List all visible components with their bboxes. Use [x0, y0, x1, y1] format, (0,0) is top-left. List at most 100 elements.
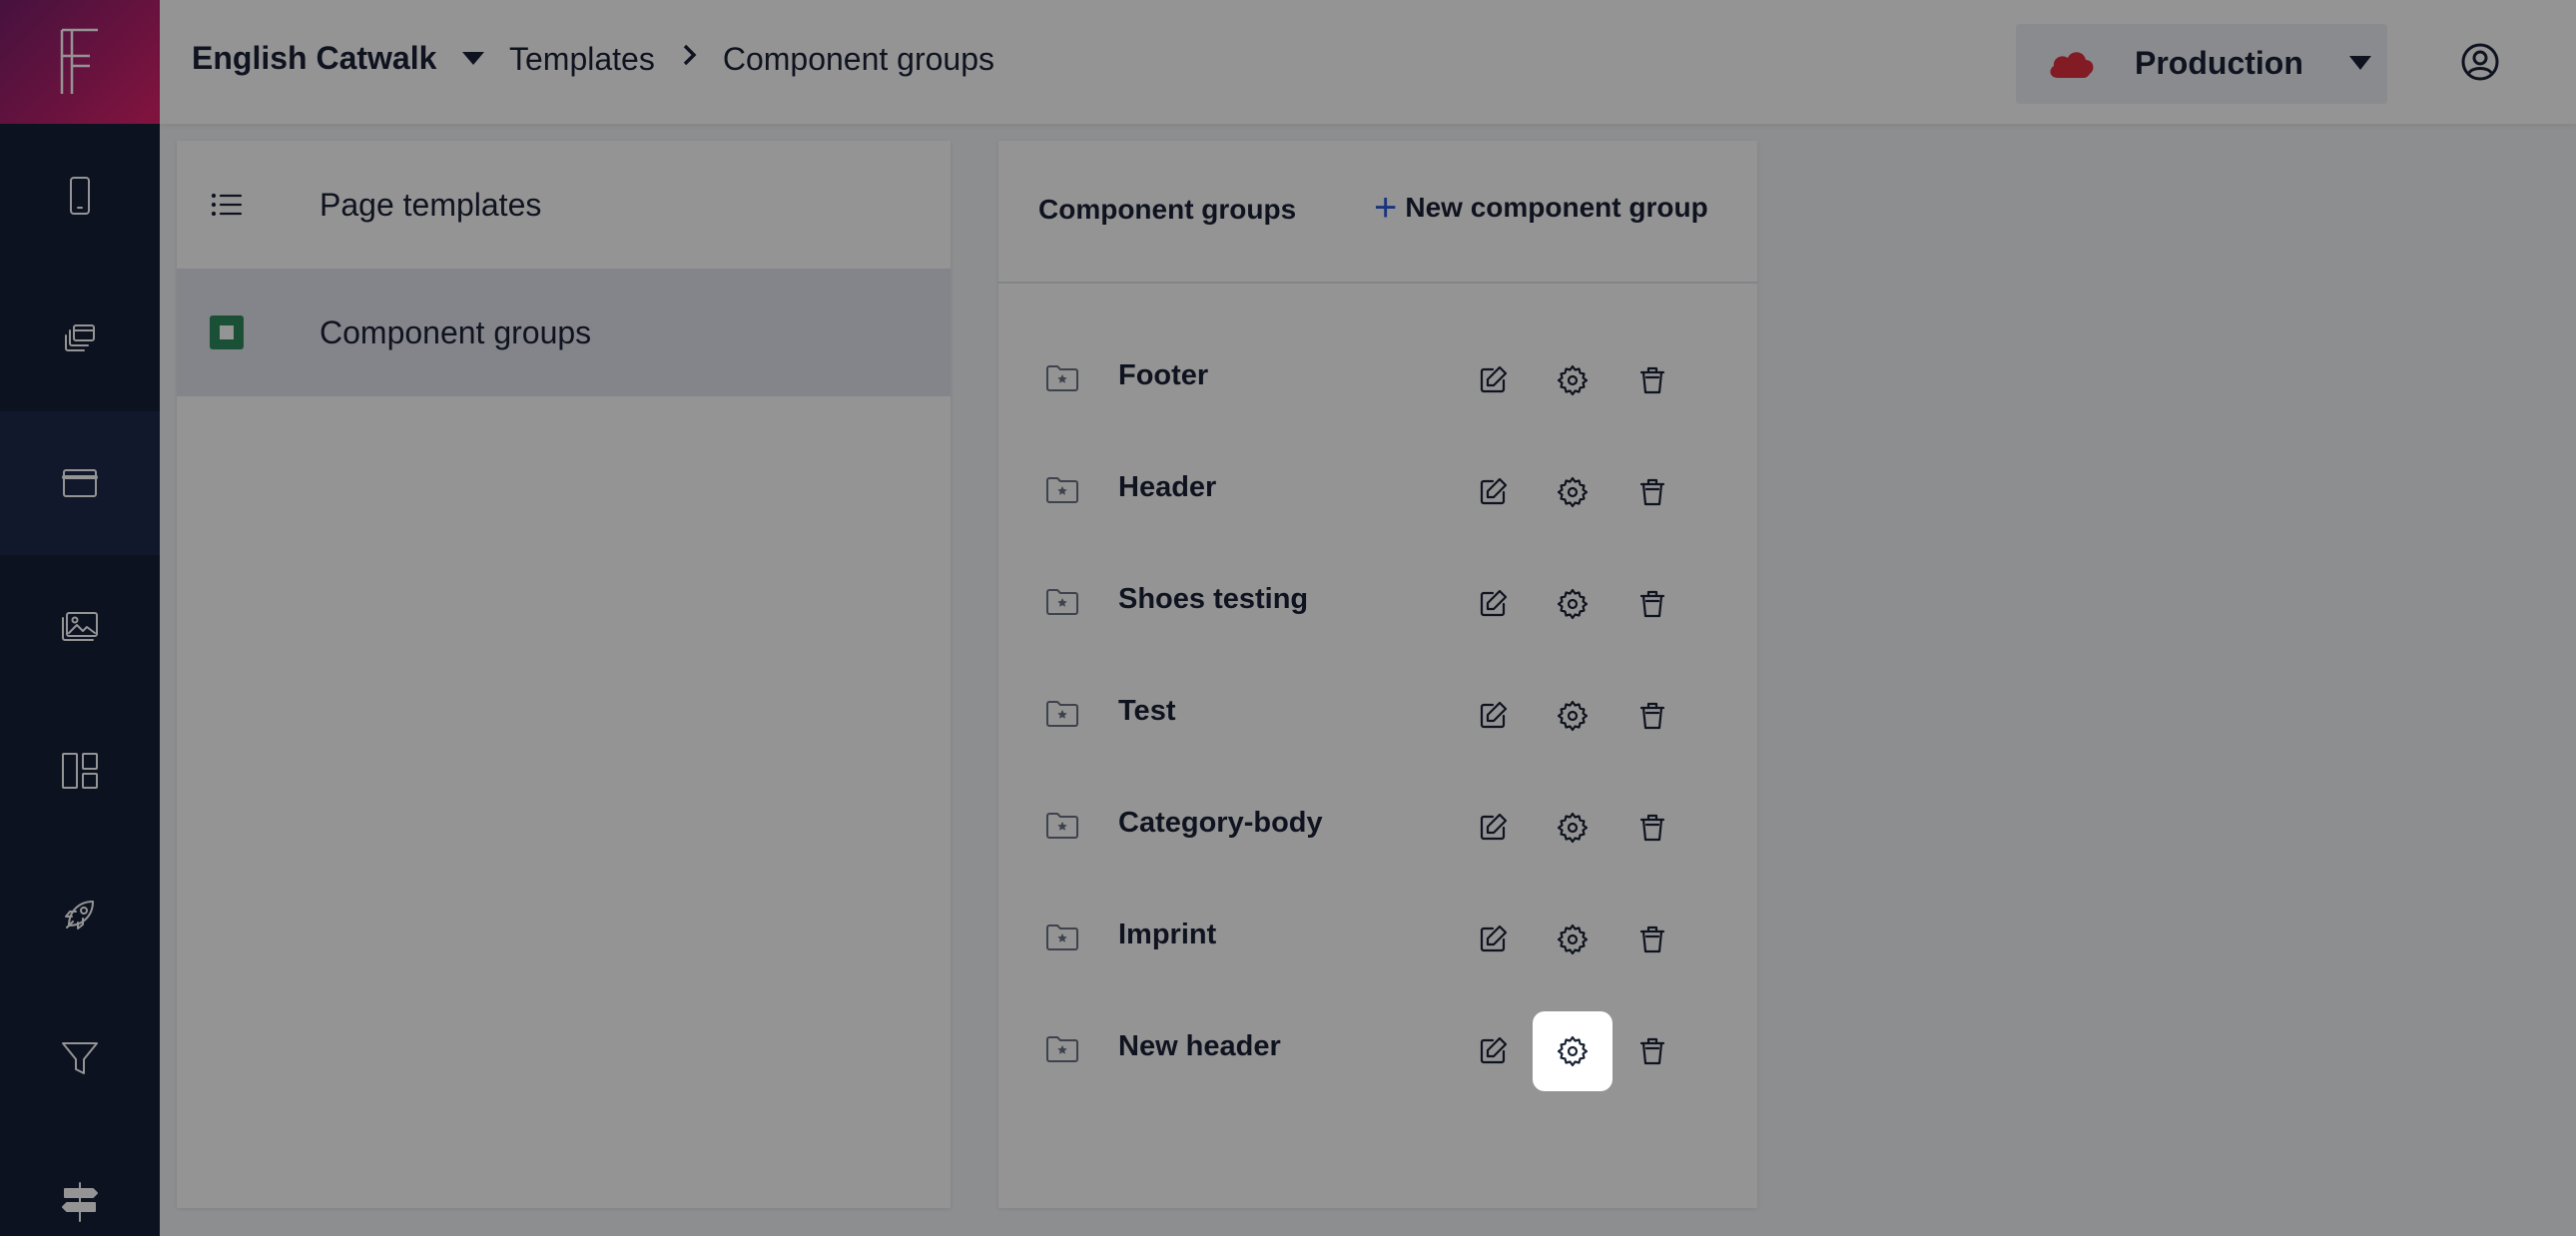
sidebar-item-releases[interactable]: [0, 843, 160, 986]
app-logo[interactable]: [0, 0, 160, 124]
component-group-name: New header: [1118, 1030, 1281, 1062]
edit-button[interactable]: [1453, 676, 1533, 756]
nav-item-component-groups[interactable]: Component groups: [177, 269, 951, 396]
edit-icon: [1480, 477, 1508, 505]
folder-star-icon: [1046, 1036, 1078, 1062]
site-switcher[interactable]: English Catwalk: [192, 40, 485, 77]
delete-button[interactable]: [1612, 1011, 1692, 1091]
top-bar: English Catwalk Templates Component grou…: [160, 0, 2576, 124]
delete-button[interactable]: [1612, 788, 1692, 868]
folder-star-icon: [1046, 701, 1078, 727]
sidebar-item-media[interactable]: [0, 555, 160, 699]
folder-star-icon: [1046, 589, 1078, 615]
sidebar-item-devices[interactable]: [0, 124, 160, 268]
settings-button[interactable]: [1533, 788, 1612, 868]
settings-button[interactable]: [1533, 1011, 1612, 1091]
sidebar-item-pages[interactable]: [0, 268, 160, 411]
browser-window-icon: [62, 469, 98, 497]
gear-icon: [1557, 476, 1589, 508]
delete-button[interactable]: [1612, 564, 1692, 644]
user-account-icon[interactable]: [2460, 42, 2500, 82]
component-group-row: Imprint: [998, 884, 1757, 995]
logo-f-icon: [60, 28, 98, 94]
new-component-group-button[interactable]: + New component group: [1374, 186, 1708, 230]
gear-icon: [1557, 364, 1589, 396]
filter-icon: [62, 1042, 98, 1074]
edit-icon: [1480, 813, 1508, 841]
list-icon: [211, 193, 243, 217]
edit-button[interactable]: [1453, 564, 1533, 644]
component-group-name: Shoes testing: [1118, 583, 1309, 615]
settings-button[interactable]: [1533, 676, 1612, 756]
nav-item-page-templates[interactable]: Page templates: [177, 141, 951, 269]
component-group-name: Header: [1118, 471, 1217, 503]
trash-icon: [1639, 478, 1665, 506]
panel-header: Component groups + New component group: [998, 141, 1757, 284]
edit-icon: [1480, 925, 1508, 952]
settings-button[interactable]: [1533, 452, 1612, 532]
sidebar-item-filters[interactable]: [0, 986, 160, 1130]
trash-icon: [1639, 926, 1665, 953]
trash-icon: [1639, 366, 1665, 394]
templates-nav-panel: Page templates Component groups: [177, 141, 951, 1208]
signpost-icon: [62, 1182, 98, 1222]
caret-down-icon: [2349, 56, 2371, 70]
component-group-name: Footer: [1118, 359, 1209, 391]
settings-button[interactable]: [1533, 340, 1612, 420]
edit-icon: [1480, 701, 1508, 729]
sidebar-item-navigation[interactable]: [0, 1130, 160, 1236]
component-group-row: Footer: [998, 324, 1757, 436]
trash-icon: [1639, 814, 1665, 842]
gear-icon: [1557, 700, 1589, 732]
new-button-label: New component group: [1405, 192, 1708, 223]
chevron-right-icon: [677, 40, 701, 78]
environment-selector[interactable]: Production: [2016, 24, 2387, 104]
folder-star-icon: [1046, 925, 1078, 950]
component-groups-panel: Component groups + New component group F…: [998, 141, 1757, 1208]
media-gallery-icon: [62, 612, 98, 641]
delete-button[interactable]: [1612, 900, 1692, 979]
edit-button[interactable]: [1453, 340, 1533, 420]
edit-icon: [1480, 1036, 1508, 1064]
nav-label: Page templates: [320, 186, 542, 223]
component-group-name: Test: [1118, 695, 1176, 727]
settings-button[interactable]: [1533, 900, 1612, 979]
mobile-icon: [70, 177, 90, 215]
component-group-name: Category-body: [1118, 807, 1323, 839]
trash-icon: [1639, 702, 1665, 730]
edit-button[interactable]: [1453, 900, 1533, 979]
component-group-row: New header: [998, 995, 1757, 1107]
nav-label: Component groups: [320, 313, 592, 350]
folder-star-icon: [1046, 365, 1078, 391]
caret-down-icon: [462, 52, 485, 65]
edit-button[interactable]: [1453, 788, 1533, 868]
delete-button[interactable]: [1612, 340, 1692, 420]
component-group-row: Category-body: [998, 772, 1757, 884]
gear-icon: [1557, 588, 1589, 620]
edit-icon: [1480, 365, 1508, 393]
edit-button[interactable]: [1453, 452, 1533, 532]
sidebar-item-layouts[interactable]: [0, 699, 160, 843]
delete-button[interactable]: [1612, 676, 1692, 756]
delete-button[interactable]: [1612, 452, 1692, 532]
settings-button[interactable]: [1533, 564, 1612, 644]
breadcrumb-templates[interactable]: Templates: [509, 41, 655, 78]
site-name: English Catwalk: [192, 40, 437, 76]
plus-icon: +: [1374, 186, 1398, 230]
rocket-icon: [65, 901, 94, 929]
sidebar-item-templates[interactable]: [0, 411, 160, 555]
gear-icon: [1557, 924, 1589, 955]
environment-label: Production: [2135, 45, 2303, 81]
gear-icon: [1557, 1035, 1589, 1067]
edit-icon: [1480, 589, 1508, 617]
pages-icon: [65, 324, 95, 351]
component-group-row: Header: [998, 436, 1757, 548]
component-group-row: Test: [998, 660, 1757, 772]
trash-icon: [1639, 590, 1665, 618]
dashboard-layout-icon: [62, 753, 98, 789]
folder-star-icon: [1046, 813, 1078, 839]
component-groups-icon: [210, 315, 244, 349]
folder-star-icon: [1046, 477, 1078, 503]
edit-button[interactable]: [1453, 1011, 1533, 1091]
main-sidebar: [0, 0, 160, 1236]
